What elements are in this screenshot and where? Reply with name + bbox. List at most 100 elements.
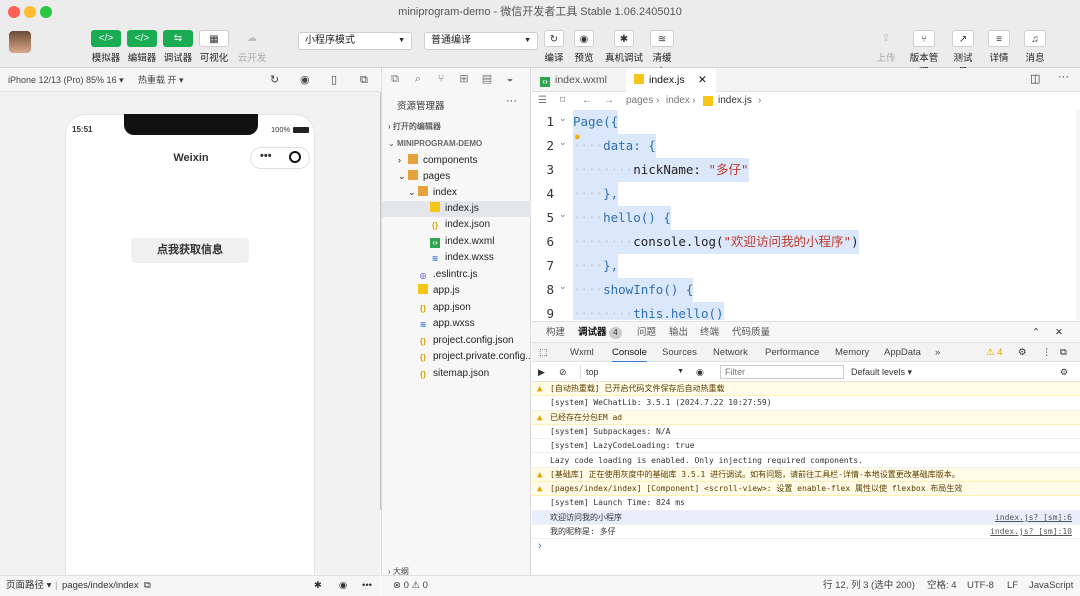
device-select[interactable]: iPhone 12/13 (Pro) 85% 16 ▾ [8,68,124,92]
log-source-link[interactable]: index.js? [sm]:6 [995,511,1072,524]
lightbulb-icon[interactable]: ● [574,131,581,143]
cursor-position[interactable]: 行 12, 列 3 (选中 200) [823,576,915,596]
tab-wxml[interactable]: Wxml [570,343,594,363]
tab-devtools-2[interactable]: 问题 [637,322,656,344]
copy-icon[interactable]: ⧉ [144,576,151,596]
open-editors-section[interactable]: › 打开的编辑器 [382,119,531,135]
tree-item-pages[interactable]: ⌄ pages [382,168,531,184]
tab-appdata[interactable]: AppData [884,343,921,363]
language-mode[interactable]: JavaScript [1029,576,1073,596]
phone-icon[interactable]: ▯ [331,68,337,92]
simulator-button[interactable]: </> 模拟器 [91,30,121,64]
tree-item-app-json[interactable]: {} app.json [382,300,531,316]
close-window-button[interactable] [8,6,20,18]
tree-item-app-wxss[interactable]: ≋ app.wxss [382,316,531,332]
inspect-icon[interactable]: ⬚ [539,343,548,363]
compile-select[interactable]: 普通编译 ▼ [424,32,538,50]
fold-icon[interactable]: ⌄ [559,209,567,220]
dock-icon[interactable]: ⧉ [1060,343,1067,363]
minimize-window-button[interactable] [24,6,36,18]
project-section[interactable]: ⌄ MINIPROGRAM-DEMO [382,136,531,152]
tree-item-index-wxml[interactable]: ‹› index.wxml [382,234,531,250]
real-debug-button[interactable]: ✱ 真机调试 [605,30,643,64]
indent-spaces[interactable]: 空格: 4 [927,576,957,596]
tree-item-project-config-json[interactable]: {} project.config.json [382,333,531,349]
tab-devtools-3[interactable]: 输出 [669,322,688,344]
tab-index-wxml[interactable]: ‹› index.wxml [532,68,626,92]
split-editor-icon[interactable]: ◫ [1030,72,1040,85]
compile-button[interactable]: ↻ 编译 [544,30,564,64]
context-select[interactable]: top ▼ [580,365,688,379]
tab-more[interactable]: » [935,343,940,363]
sidebar-toggle-icon[interactable]: ▶ [538,362,545,382]
forward-icon[interactable]: → [604,92,614,110]
tab-devtools-4[interactable]: 终端 [700,322,719,344]
debugger-button[interactable]: ⇆ 调试器 [163,30,193,64]
rotate-icon[interactable]: ↻ [270,68,279,92]
close-icon[interactable]: ✕ [1055,322,1063,344]
mode-select[interactable]: 小程序模式 ▼ [298,32,412,50]
capsule-menu[interactable]: ••• [250,147,310,169]
tree-item-index-wxss[interactable]: ≋ index.wxss [382,250,531,266]
fold-icon[interactable]: ⌄ [559,281,567,292]
file-encoding[interactable]: UTF-8 [967,576,994,596]
visual-button[interactable]: ▦ 可视化 [199,30,229,64]
tab-devtools-0[interactable]: 构建 [546,322,565,344]
more-icon[interactable]: ··· [1058,71,1069,83]
tab-memory[interactable]: Memory [835,343,869,363]
maximize-window-button[interactable] [40,6,52,18]
window-icon[interactable]: ⧉ [360,68,368,92]
editor-scrollbar[interactable] [1076,110,1080,320]
preview-button[interactable]: ◉ 预览 [574,30,594,64]
tree-item-project-private-config-[interactable]: {} project.private.config... [382,349,531,365]
more-icon[interactable]: ••• [260,150,272,162]
search-icon[interactable]: ⌕ [410,72,426,86]
more-icon[interactable]: ··· [506,95,517,107]
stop-icon[interactable]: ◉ [300,68,310,92]
files-icon[interactable]: ⧉ [387,72,403,86]
clear-console-icon[interactable]: ⊘ [559,362,567,382]
back-icon[interactable]: ← [582,92,592,110]
fold-icon[interactable]: ⌄ [559,137,567,148]
tab-performance[interactable]: Performance [765,343,819,363]
tab-devtools-1[interactable]: 调试器 [578,322,607,344]
details-button[interactable]: ≡ 详情 [988,30,1010,64]
upload-button[interactable]: ⇪ 上传 [875,30,897,64]
hot-reload-toggle[interactable]: 热重载 开 ▾ [138,68,184,92]
code-editor[interactable]: 1 ⌄ Page({2 ⌄ ····data: {3 ········nickName: … [532,110,1080,320]
tree-item-index[interactable]: ⌄ index [382,184,531,200]
cloud-button[interactable]: ☁ 云开发 [237,30,267,64]
fold-icon[interactable]: ⌄ [559,113,567,124]
tab-network[interactable]: Network [713,343,748,363]
tree-item--eslintrc-js[interactable]: ◎ .eslintrc.js [382,267,531,283]
console-prompt[interactable]: › [538,540,542,552]
gear-icon[interactable]: ⚙ [1060,362,1068,382]
gear-icon[interactable]: ⚙ [1018,343,1027,363]
chevron-up-icon[interactable]: ⌃ [1032,322,1040,344]
tab-sources[interactable]: Sources [662,343,697,363]
bookmark-icon[interactable]: ⌑ [560,92,565,110]
tab-console[interactable]: Console [612,343,647,363]
eye-icon[interactable]: ◉ [696,362,704,382]
warn-count[interactable]: ⚠ 4 [986,343,1002,363]
eye-icon[interactable]: ◉ [339,576,347,596]
storage-icon[interactable]: ▤ [479,72,495,86]
more-icon[interactable]: ••• [362,576,372,596]
bug-icon[interactable]: ✱ [314,576,322,596]
extensions-icon[interactable]: ⊞ [456,72,472,86]
log-levels-select[interactable]: Default levels ▾ [851,362,912,382]
tab-devtools-5[interactable]: 代码质量 [732,322,770,344]
tree-item-index-js[interactable]: index.js [382,201,531,217]
source-control-icon[interactable]: ⑂ [433,72,449,86]
avatar[interactable] [9,31,31,53]
close-icon[interactable]: ✕ [698,68,707,92]
line-ending[interactable]: LF [1007,576,1018,596]
docker-icon[interactable]: ◒ [502,72,518,86]
messages-button[interactable]: ♫ 消息 [1024,30,1046,64]
editor-button[interactable]: </> 编辑器 [127,30,157,64]
tree-item-components[interactable]: › components [382,152,531,168]
get-info-button[interactable]: 点我获取信息 [131,238,249,263]
page-path-label[interactable]: 页面路径 ▾ [6,576,51,596]
tree-item-index-json[interactable]: {} index.json [382,217,531,233]
tab-index-js[interactable]: index.js ✕ [626,68,716,92]
